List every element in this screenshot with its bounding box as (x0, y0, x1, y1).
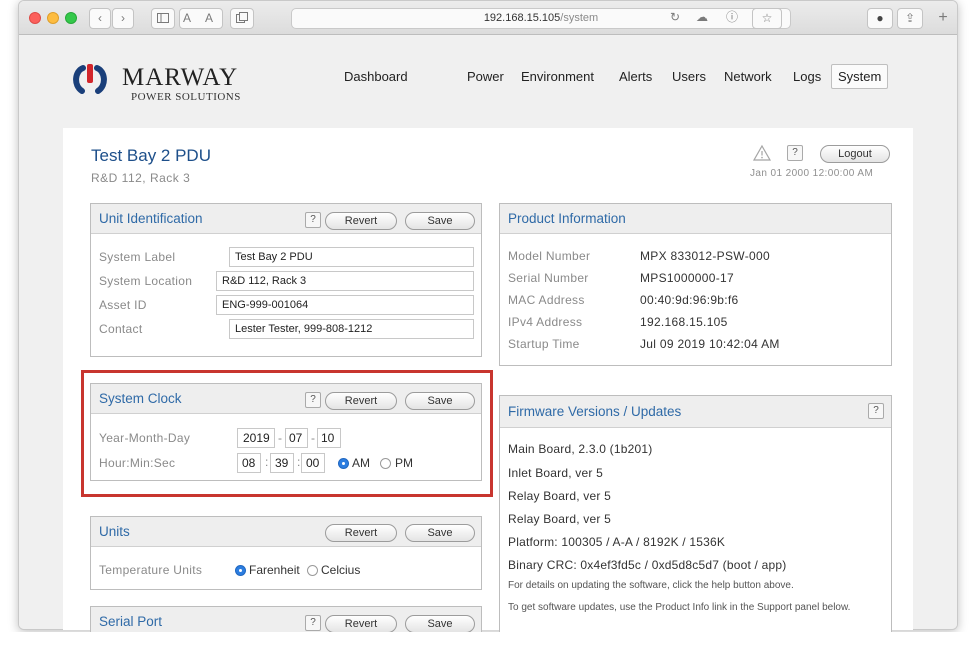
temperature-units-label: Temperature Units (99, 563, 203, 577)
sidebar-icon (157, 13, 169, 23)
celcius-label: Celcius (321, 563, 361, 577)
mac-address-label: MAC Address (508, 293, 585, 307)
address-bar[interactable]: 192.168.15.105/system (291, 8, 791, 29)
current-datetime: Jan 01 2000 12:00:00 AM (750, 168, 874, 179)
plus-icon: + (938, 9, 948, 26)
tabs-icon (236, 12, 248, 23)
sidebar-button[interactable] (151, 8, 175, 29)
nav-environment[interactable]: Environment (521, 69, 594, 84)
page-subtitle: R&D 112, Rack 3 (91, 171, 191, 185)
page-title: Test Bay 2 PDU (91, 146, 211, 165)
system-location-label: System Location (99, 274, 193, 288)
panel-title: Units (99, 524, 130, 539)
model-number-label: Model Number (508, 249, 591, 263)
serial-port-help-button[interactable]: ? (305, 615, 321, 631)
firmware-line: Relay Board, ver 5 (508, 489, 611, 503)
info-icon: ⓘ (725, 10, 738, 24)
firmware-panel: Firmware Versions / Updates Main Board, … (499, 395, 892, 635)
warning-icon[interactable] (752, 144, 772, 162)
nav-system[interactable]: System (831, 64, 889, 89)
bookmark-button[interactable]: ☆ (752, 8, 782, 29)
reload-button[interactable]: ↻ (661, 8, 689, 29)
back-button[interactable]: ‹ (89, 8, 111, 29)
zoom-window-button[interactable] (65, 12, 77, 24)
unit-identification-help-button[interactable]: ? (305, 212, 321, 228)
star-icon: ☆ (761, 11, 773, 25)
minimize-window-button[interactable] (47, 12, 59, 24)
farenheit-label: Farenheit (249, 563, 300, 577)
farenheit-radio[interactable] (235, 565, 246, 576)
firmware-line: Platform: 100305 / A-A / 8192K / 1536K (508, 535, 726, 549)
nav-users[interactable]: Users (672, 69, 706, 84)
unit-identification-save-button[interactable]: Save (405, 212, 475, 230)
startup-time-value: Jul 09 2019 10:42:04 AM (640, 337, 780, 351)
reload-icon: ↻ (669, 10, 681, 24)
serial-port-revert-button[interactable]: Revert (325, 615, 397, 633)
url-path: /system (560, 12, 599, 24)
share-icon: ⇪ (904, 11, 916, 25)
nav-power[interactable]: Power (467, 69, 504, 84)
share-button[interactable]: ⇪ (897, 8, 923, 29)
serial-port-save-button[interactable]: Save (405, 615, 475, 633)
download-button[interactable]: ● (867, 8, 893, 29)
close-window-button[interactable] (29, 12, 41, 24)
info-button[interactable]: ⓘ (719, 8, 745, 29)
system-label-field[interactable]: Test Bay 2 PDU (229, 247, 474, 267)
system-label-label: System Label (99, 250, 176, 264)
ipv4-address-value: 192.168.15.105 (640, 315, 728, 329)
brand-tagline: POWER SOLUTIONS (131, 91, 241, 103)
panel-title: Unit Identification (99, 211, 203, 226)
asset-id-field[interactable]: ENG-999-001064 (216, 295, 474, 315)
power-logo-icon (73, 64, 107, 94)
cloud-icon: ☁ (696, 10, 708, 24)
browser-toolbar: ‹ › A A 192.168.15.105/system ↻ ☁ ⓘ ☆ ● … (19, 1, 957, 35)
page-help-button[interactable]: ? (787, 145, 803, 161)
mac-address-value: 00:40:9d:96:9b:f6 (640, 293, 739, 307)
system-clock-highlight-box (81, 370, 493, 497)
firmware-note: To get software updates, use the Product… (508, 602, 851, 613)
new-tab-button[interactable]: + (931, 8, 955, 29)
chevron-left-icon: ‹ (98, 11, 102, 25)
panel-title: Product Information (508, 211, 626, 226)
celcius-radio[interactable] (307, 565, 318, 576)
firmware-line: Inlet Board, ver 5 (508, 466, 603, 480)
forward-button[interactable]: › (112, 8, 134, 29)
contact-field[interactable]: Lester Tester, 999-808-1212 (229, 319, 474, 339)
panel-header: Product Information (500, 204, 891, 234)
ipv4-address-label: IPv4 Address (508, 315, 583, 329)
chevron-right-icon: › (121, 11, 125, 25)
startup-time-label: Startup Time (508, 337, 580, 351)
system-location-field[interactable]: R&D 112, Rack 3 (216, 271, 474, 291)
firmware-line: Main Board, 2.3.0 (1b201) (508, 442, 653, 456)
units-revert-button[interactable]: Revert (325, 524, 397, 542)
contact-label: Contact (99, 322, 143, 336)
panel-title: Serial Port (99, 614, 163, 629)
serial-number-label: Serial Number (508, 271, 589, 285)
asset-id-label: Asset ID (99, 298, 147, 312)
nav-network[interactable]: Network (724, 69, 772, 84)
panel-title: Firmware Versions / Updates (508, 404, 682, 419)
bottom-margin (0, 632, 978, 647)
firmware-line: Relay Board, ver 5 (508, 512, 611, 526)
firmware-line: Binary CRC: 0x4ef3fd5c / 0xd5d8c5d7 (boo… (508, 558, 787, 572)
unit-identification-revert-button[interactable]: Revert (325, 212, 397, 230)
nav-alerts[interactable]: Alerts (619, 69, 652, 84)
icloud-tabs-button[interactable]: ☁ (688, 8, 716, 29)
nav-logs[interactable]: Logs (793, 69, 821, 84)
units-save-button[interactable]: Save (405, 524, 475, 542)
logout-button[interactable]: Logout (820, 145, 890, 163)
firmware-help-button[interactable]: ? (868, 403, 884, 419)
serial-number-value: MPS1000000-17 (640, 271, 734, 285)
nav-dashboard[interactable]: Dashboard (344, 69, 408, 84)
firmware-note: For details on updating the software, cl… (508, 580, 794, 591)
panel-header: Firmware Versions / Updates (500, 396, 891, 428)
brand-name: MARWAY (122, 64, 239, 91)
tab-overview-button[interactable] (230, 8, 254, 29)
download-icon: ● (876, 11, 884, 25)
url-host: 192.168.15.105 (483, 12, 561, 24)
reader-text-size-button[interactable]: A A (179, 8, 223, 29)
model-number-value: MPX 833012-PSW-000 (640, 249, 770, 263)
